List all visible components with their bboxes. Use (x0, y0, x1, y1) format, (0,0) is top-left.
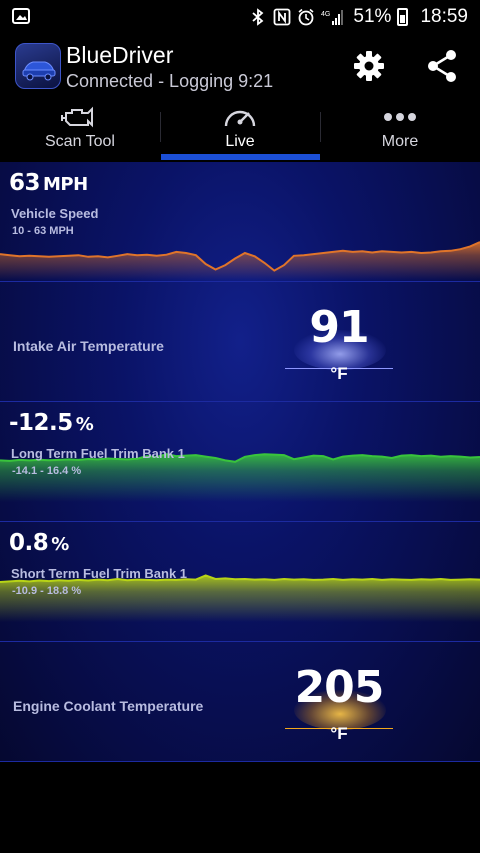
empty-background (0, 762, 480, 853)
nfc-icon (274, 8, 291, 26)
status-bar: 4G 51% 18:59 (0, 0, 480, 34)
vehicle-speed-value: 63 MPH (9, 170, 88, 196)
intake-air-temp-value: 91 (309, 302, 369, 353)
clock: 18:59 (420, 6, 468, 27)
battery-percent: 51% (353, 6, 392, 27)
short-term-fuel-trim-value: 0.8% (9, 530, 69, 556)
status-icons: 4G 51% 18:59 (249, 4, 468, 30)
engine-coolant-temp-label: Engine Coolant Temperature (13, 698, 204, 714)
tab-bar: Scan Tool Live More (0, 100, 480, 162)
trace-area (0, 575, 480, 622)
live-gauges-panel: 63 MPH Vehicle Speed 10 - 63 MPH Intake A… (0, 162, 480, 762)
short-term-fuel-trim-range: -10.9 - 18.8 % (12, 585, 82, 597)
battery-icon (397, 8, 409, 26)
app-header: BlueDriver Connected - Logging 9:21 (0, 34, 480, 100)
app-title: BlueDriver (66, 42, 174, 68)
gear-icon (354, 51, 384, 81)
tab-live-label: Live (225, 133, 255, 150)
short-term-fuel-trim-label: Short Term Fuel Trim Bank 1 (11, 566, 188, 581)
vehicle-speed-label: Vehicle Speed (11, 206, 99, 221)
tab-scan-tool-label: Scan Tool (45, 133, 115, 150)
app-logo (15, 43, 61, 89)
tab-live[interactable]: Live (160, 100, 320, 162)
network-type: 4G (321, 11, 330, 18)
gallery-notification-icon (12, 8, 30, 24)
car-logo-icon (22, 61, 56, 81)
gauge-short-term-fuel-trim[interactable]: 0.8% Short Term Fuel Trim Bank 1 -10.9 -… (0, 522, 480, 642)
tab-more[interactable]: More (320, 100, 480, 162)
connection-status: Connected - Logging 9:21 (66, 71, 274, 91)
gauge-engine-coolant-temp[interactable]: Engine Coolant Temperature 205 °F (0, 642, 480, 762)
alarm-icon (298, 8, 314, 26)
signal-icon: 4G (321, 10, 344, 25)
short-term-fuel-trim-graph (0, 574, 480, 622)
vehicle-speed-range: 10 - 63 MPH (12, 225, 74, 237)
engine-coolant-temp-value: 205 (294, 662, 385, 713)
gauge-long-term-fuel-trim[interactable]: -12.5% Long Term Fuel Trim Bank 1 -14.1 … (0, 402, 480, 522)
bluetooth-icon (252, 8, 264, 26)
long-term-fuel-trim-label: Long Term Fuel Trim Bank 1 (11, 446, 185, 461)
gauge-vehicle-speed[interactable]: 63 MPH Vehicle Speed 10 - 63 MPH (0, 162, 480, 282)
long-term-fuel-trim-value: -12.5% (9, 410, 94, 436)
share-icon (428, 50, 456, 82)
active-tab-indicator (161, 154, 320, 160)
intake-air-temp-label: Intake Air Temperature (13, 338, 164, 354)
more-dots-icon (384, 113, 416, 121)
gauge-intake-air-temp[interactable]: Intake Air Temperature 91 °F (0, 282, 480, 402)
tab-scan-tool[interactable]: Scan Tool (0, 100, 160, 162)
speedometer-icon (224, 110, 256, 127)
tab-more-label: More (381, 133, 419, 150)
trace-area (0, 242, 480, 280)
engine-coolant-temp-unit: °F (330, 724, 348, 743)
engine-icon (61, 106, 93, 128)
settings-button[interactable] (351, 48, 387, 84)
intake-air-temp-unit: °F (330, 364, 348, 383)
long-term-fuel-trim-range: -14.1 - 16.4 % (12, 465, 82, 477)
share-button[interactable] (424, 48, 460, 84)
trace-area (0, 454, 480, 502)
